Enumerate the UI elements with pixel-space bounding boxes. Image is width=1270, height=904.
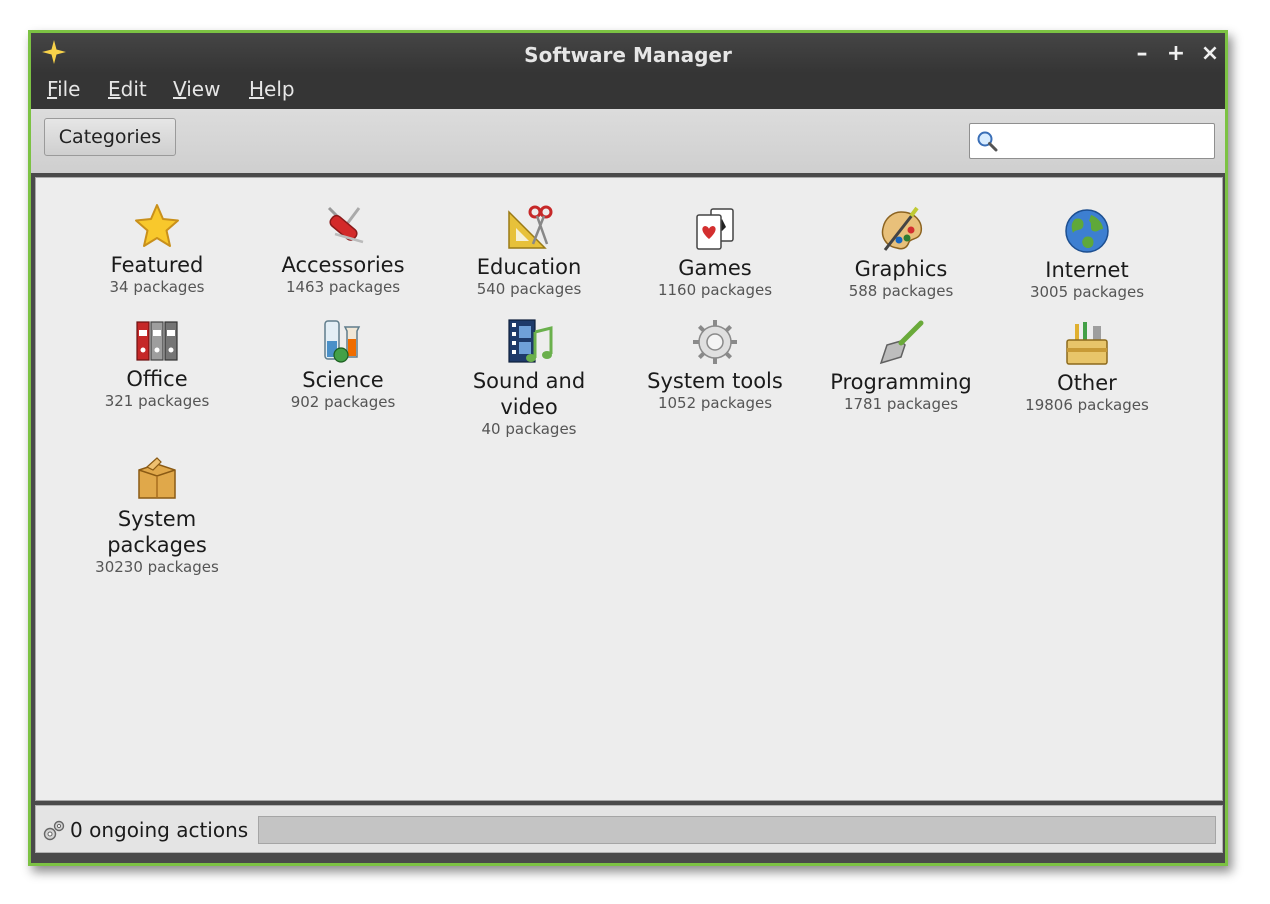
toolbox-icon	[1066, 322, 1108, 365]
category-label-line-1: Sound and	[472, 369, 586, 393]
category-label: Graphics	[854, 257, 948, 281]
category-count: 321 packages	[104, 392, 210, 410]
category-sound-and-video[interactable]: Sound and video 40 packages	[436, 318, 622, 438]
progress-bar	[258, 816, 1216, 844]
status-bar: 0 ongoing actions	[35, 805, 1223, 853]
category-count: 540 packages	[476, 280, 582, 298]
software-manager-window: Software Manager – + × File Edit View He…	[28, 30, 1228, 866]
category-office[interactable]: Office 321 packages	[64, 316, 250, 410]
close-button[interactable]: ×	[1197, 41, 1223, 67]
gears-icon	[43, 820, 65, 841]
minimize-button[interactable]: –	[1129, 41, 1155, 67]
category-label: System tools	[647, 369, 783, 393]
category-internet[interactable]: Internet 3005 packages	[994, 207, 1180, 301]
category-label-line-2: packages	[107, 533, 207, 557]
menu-help-mnemonic: H	[249, 77, 265, 101]
film-music-icon	[508, 319, 553, 363]
binders-icon	[136, 321, 178, 361]
category-label-line-1: System	[117, 507, 197, 531]
playing-cards-icon	[696, 208, 734, 250]
category-count: 588 packages	[848, 282, 954, 300]
toolbar: Categories	[31, 109, 1225, 173]
swiss-knife-icon	[327, 206, 364, 244]
menu-file-label: ile	[57, 77, 81, 101]
ruler-scissors-icon	[508, 205, 553, 249]
menu-bar: File Edit View Help	[31, 73, 1225, 109]
category-count: 1052 packages	[657, 394, 773, 412]
category-count: 30230 packages	[95, 558, 219, 576]
menu-edit-mnemonic: E	[108, 77, 121, 101]
maximize-button[interactable]: +	[1163, 41, 1189, 67]
categories-grid: Featured 34 packages Accessories 1463 pa…	[35, 177, 1223, 801]
package-box-icon	[138, 457, 176, 499]
menu-help[interactable]: Help	[249, 77, 295, 101]
category-system-tools[interactable]: System tools 1052 packages	[622, 318, 808, 412]
category-count: 19806 packages	[1025, 396, 1149, 414]
category-featured[interactable]: Featured 34 packages	[64, 202, 250, 296]
window-title: Software Manager	[524, 43, 732, 67]
category-system-packages[interactable]: System packages 30230 packages	[64, 456, 250, 576]
category-label-line-2: video	[500, 395, 558, 419]
category-label: Programming	[830, 370, 972, 394]
category-count: 1463 packages	[285, 278, 401, 296]
search-box[interactable]	[969, 123, 1215, 159]
category-label: Games	[678, 256, 752, 280]
search-icon	[977, 131, 998, 152]
gear-icon	[693, 320, 737, 364]
globe-icon	[1065, 209, 1109, 253]
menu-file[interactable]: File	[47, 77, 80, 101]
category-label: Accessories	[281, 253, 405, 277]
category-graphics[interactable]: Graphics 588 packages	[808, 206, 994, 300]
menu-help-label: elp	[264, 77, 295, 101]
category-accessories[interactable]: Accessories 1463 packages	[250, 202, 436, 296]
category-label: Education	[476, 255, 582, 279]
category-education[interactable]: Education 540 packages	[436, 204, 622, 298]
category-count: 1160 packages	[657, 281, 773, 299]
menu-edit-label: dit	[120, 77, 147, 101]
ongoing-actions-text: 0 ongoing actions	[70, 818, 249, 842]
search-input[interactable]	[1002, 127, 1211, 157]
category-count: 34 packages	[109, 278, 205, 296]
category-games[interactable]: Games 1160 packages	[622, 205, 808, 299]
category-other[interactable]: Other 19806 packages	[994, 320, 1180, 414]
star-icon	[135, 204, 179, 247]
category-label: Office	[126, 367, 188, 391]
paint-palette-icon	[881, 206, 923, 251]
menu-view-mnemonic: V	[173, 77, 187, 101]
category-label: Internet	[1045, 258, 1129, 282]
flask-icon	[324, 320, 361, 363]
menu-edit[interactable]: Edit	[108, 77, 147, 101]
categories-button[interactable]: Categories	[44, 118, 176, 156]
menu-view[interactable]: View	[173, 77, 220, 101]
category-science[interactable]: Science 902 packages	[250, 317, 436, 411]
menu-view-label: iew	[186, 77, 221, 101]
category-count: 3005 packages	[1029, 283, 1145, 301]
category-label: Featured	[110, 253, 204, 277]
trowel-icon	[879, 320, 924, 365]
category-label: Science	[302, 368, 384, 392]
category-count: 40 packages	[481, 420, 577, 438]
category-count: 1781 packages	[843, 395, 959, 413]
category-programming[interactable]: Programming 1781 packages	[808, 319, 994, 413]
menu-file-mnemonic: F	[47, 77, 58, 101]
category-label: Other	[1057, 371, 1117, 395]
category-count: 902 packages	[290, 393, 396, 411]
title-bar[interactable]: Software Manager – + ×	[31, 33, 1225, 73]
